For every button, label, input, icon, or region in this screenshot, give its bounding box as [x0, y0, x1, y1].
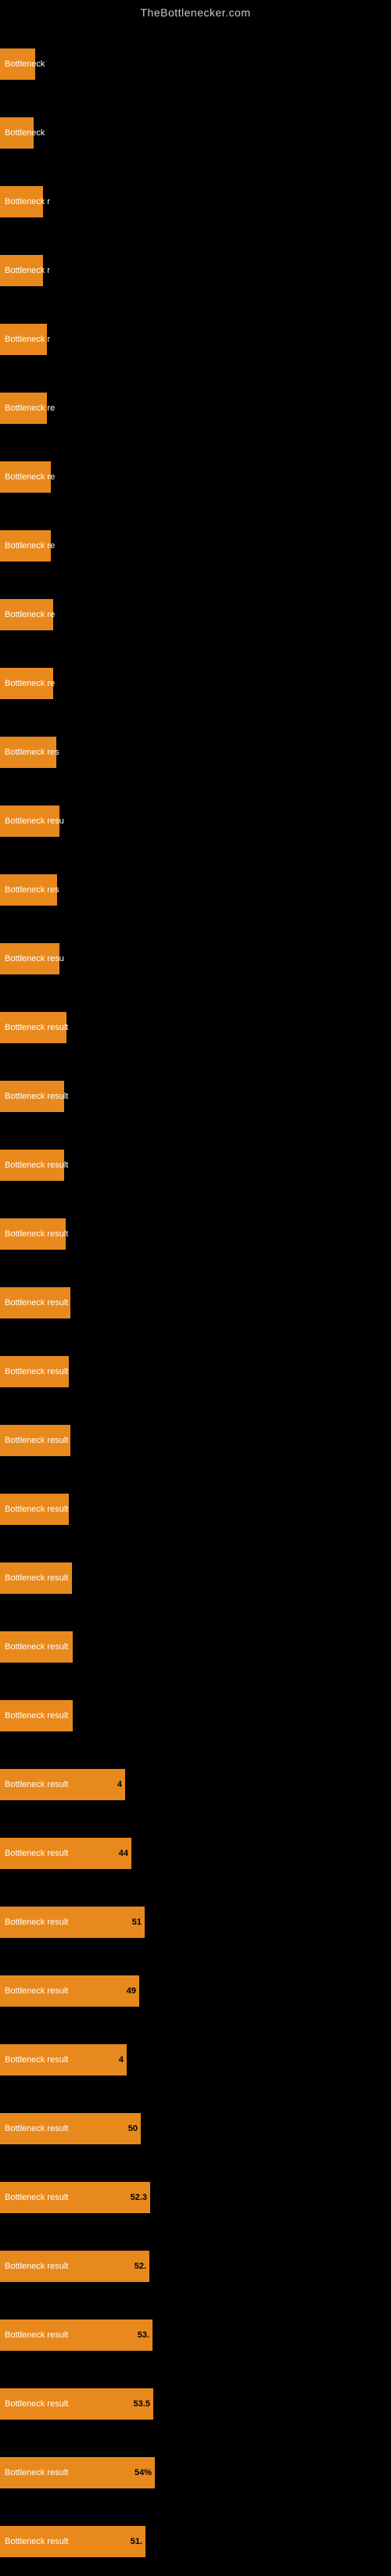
bar-row: Bottleneck re: [0, 511, 391, 580]
chart-area: Bottleneck Bottleneck Bottleneck r Bottlene…: [0, 22, 391, 2576]
bar-row: Bottleneck result: [0, 1475, 391, 1544]
bar-label: Bottleneck result: [2, 1710, 71, 1722]
bar-value: 54%: [135, 2468, 152, 2477]
bar-label: Bottleneck result: [2, 2054, 71, 2066]
bar-label: Bottleneck re: [2, 540, 58, 552]
bar-row: 51. Bottleneck result: [0, 2507, 391, 2576]
bar-label: Bottleneck result: [2, 1503, 71, 1516]
bar-row: 52.3 Bottleneck result: [0, 2163, 391, 2232]
bar-label: Bottleneck result: [2, 2535, 71, 2548]
bar-row: 49 Bottleneck result: [0, 1957, 391, 2025]
bar-label: Bottleneck re: [2, 402, 58, 414]
bar-label: Bottleneck result: [2, 1916, 71, 1928]
bar-label: Bottleneck re: [2, 677, 58, 690]
bar-value: 51.: [131, 2537, 142, 2546]
bar-row: 4 Bottleneck result: [0, 2025, 391, 2094]
bar-label: Bottleneck result: [2, 2260, 71, 2273]
bar-label: Bottleneck result: [2, 1641, 71, 1653]
bar-label: Bottleneck res: [2, 884, 63, 896]
bar-label: Bottleneck re: [2, 608, 58, 621]
bar-label: Bottleneck result: [2, 2329, 71, 2341]
bar-row: Bottleneck: [0, 30, 391, 99]
bar-row: Bottleneck result: [0, 1544, 391, 1613]
bar-row: Bottleneck r: [0, 236, 391, 305]
bar-row: Bottleneck re: [0, 443, 391, 511]
bar-label: Bottleneck r: [2, 264, 53, 277]
bar-row: Bottleneck result: [0, 1406, 391, 1475]
bar-row: Bottleneck result: [0, 1337, 391, 1406]
bar-label: Bottleneck result: [2, 1985, 71, 1997]
bar-row: Bottleneck r: [0, 167, 391, 236]
bar-label: Bottleneck result: [2, 1365, 71, 1378]
bar-row: 53.5 Bottleneck result: [0, 2370, 391, 2438]
bar-row: 50 Bottleneck result: [0, 2094, 391, 2163]
bar-row: 4 Bottleneck result: [0, 1750, 391, 1819]
bar-row: Bottleneck result: [0, 1200, 391, 1268]
bar-label: Bottleneck result: [2, 1847, 71, 1860]
bar-value: 52.: [135, 2262, 146, 2271]
bar-value: 4: [117, 1780, 122, 1789]
bar-label: Bottleneck result: [2, 2398, 71, 2410]
bar-row: Bottleneck result: [0, 1268, 391, 1337]
bar-row: 51 Bottleneck result: [0, 1888, 391, 1957]
site-title: TheBottlenecker.com: [0, 0, 391, 22]
bar-value: 51: [132, 1918, 142, 1927]
bar-label: Bottleneck: [2, 127, 48, 139]
bar-row: Bottleneck res: [0, 856, 391, 924]
bar-value: 53.5: [134, 2399, 150, 2409]
bar-value: 49: [127, 1986, 136, 1996]
bar-label: Bottleneck result: [2, 2467, 71, 2479]
bar-row: Bottleneck res: [0, 718, 391, 787]
bar-value: 50: [128, 2124, 138, 2133]
bar-label: Bottleneck result: [2, 1090, 71, 1103]
bar-row: Bottleneck result: [0, 1613, 391, 1681]
bar-value: 53.: [138, 2330, 149, 2340]
bar-label: Bottleneck r: [2, 196, 53, 208]
bar-row: Bottleneck result: [0, 1062, 391, 1131]
bar-row: 53. Bottleneck result: [0, 2301, 391, 2370]
bar-row: Bottleneck r: [0, 305, 391, 374]
bar-label: Bottleneck result: [2, 1434, 71, 1447]
bar-label: Bottleneck resu: [2, 815, 67, 827]
bar-row: 44 Bottleneck result: [0, 1819, 391, 1888]
bar-label: Bottleneck re: [2, 471, 58, 483]
bar-label: Bottleneck: [2, 58, 48, 70]
bar-value: 52.3: [131, 2193, 147, 2202]
bar-label: Bottleneck resu: [2, 953, 67, 965]
bar-row: Bottleneck result: [0, 993, 391, 1062]
bar-row: Bottleneck result: [0, 1131, 391, 1200]
bar-row: Bottleneck result: [0, 1681, 391, 1750]
bar-row: Bottleneck re: [0, 580, 391, 649]
bar-label: Bottleneck result: [2, 2191, 71, 2204]
bar-label: Bottleneck result: [2, 2122, 71, 2135]
bar-label: Bottleneck result: [2, 1228, 71, 1240]
bar-row: Bottleneck resu: [0, 924, 391, 993]
bar-label: Bottleneck result: [2, 1778, 71, 1791]
bar-label: Bottleneck result: [2, 1021, 71, 1034]
bar-label: Bottleneck result: [2, 1297, 71, 1309]
bar-label: Bottleneck res: [2, 746, 63, 759]
bar-row: Bottleneck: [0, 99, 391, 167]
bar-row: Bottleneck re: [0, 649, 391, 718]
bar-row: Bottleneck re: [0, 374, 391, 443]
bar-label: Bottleneck r: [2, 333, 53, 346]
bar-value: 44: [119, 1849, 128, 1858]
bar-value: 4: [119, 2055, 124, 2065]
bar-label: Bottleneck result: [2, 1572, 71, 1584]
bar-label: Bottleneck result: [2, 1159, 71, 1171]
bar-row: 52. Bottleneck result: [0, 2232, 391, 2301]
bar-row: 54% Bottleneck result: [0, 2438, 391, 2507]
bar-row: Bottleneck resu: [0, 787, 391, 856]
